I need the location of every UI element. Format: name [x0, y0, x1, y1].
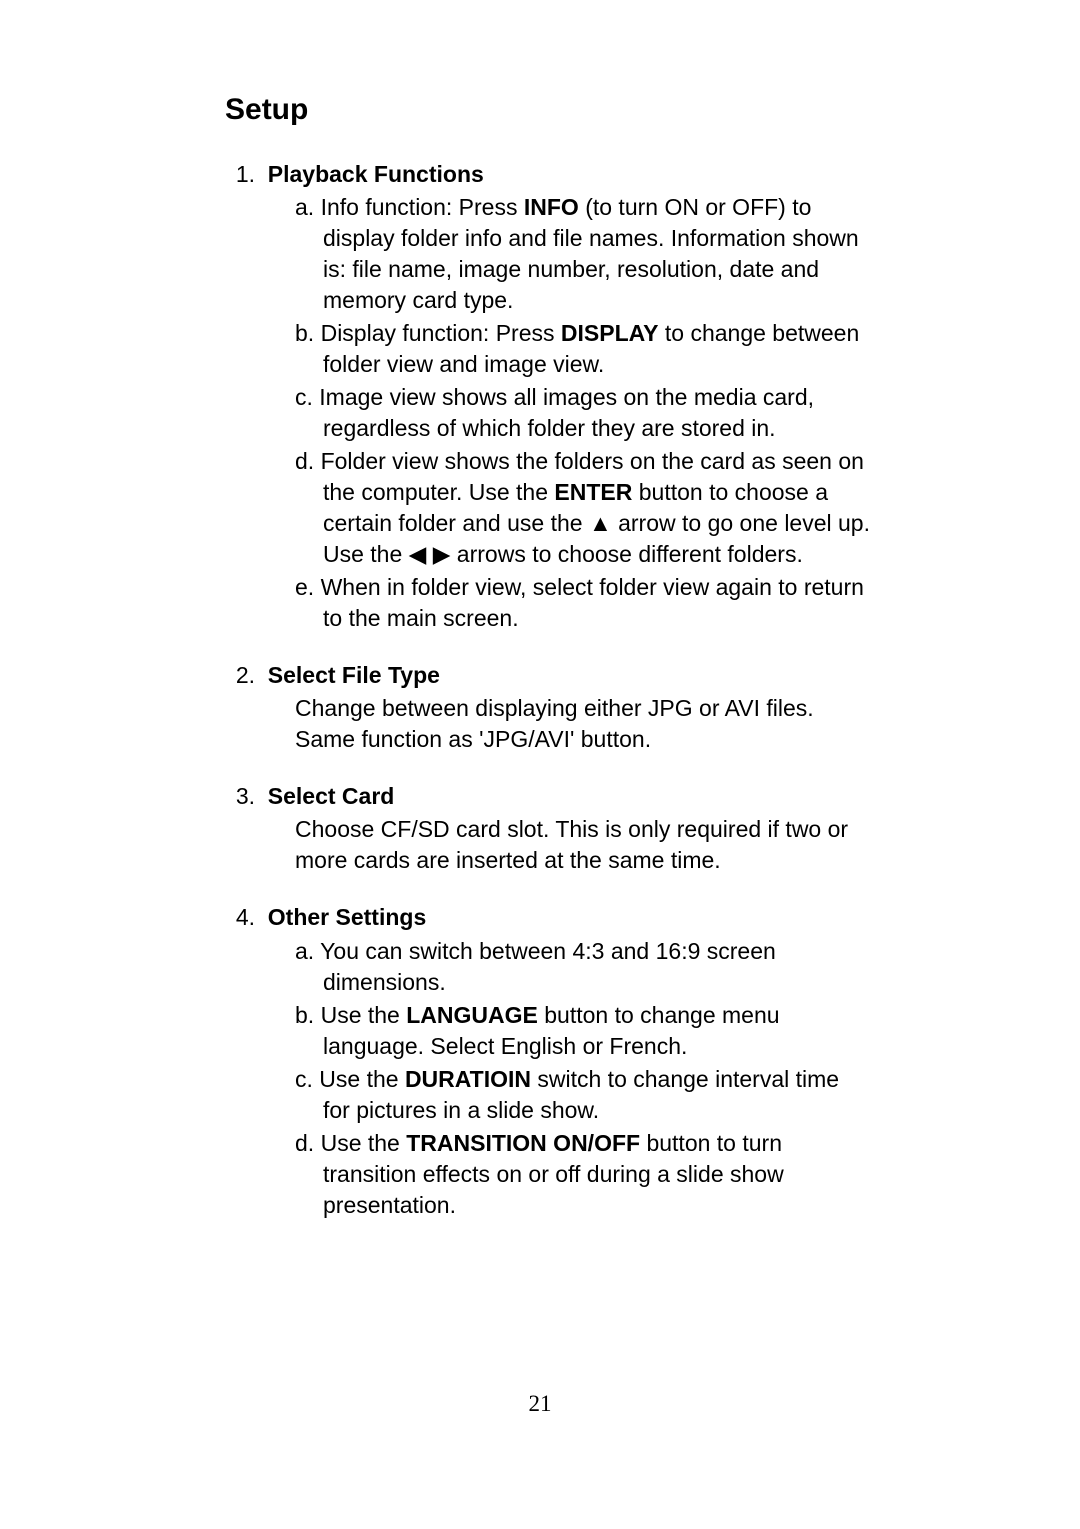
item-number: 3.: [225, 781, 255, 812]
sub-text-pre: Use the: [319, 1066, 405, 1092]
sub-text-pre: Display function: Press: [321, 320, 561, 346]
list-item: 2. Select File Type Change between displ…: [225, 660, 870, 755]
item-number: 2.: [225, 660, 255, 691]
sub-item: a. You can switch between 4:3 and 16:9 s…: [295, 936, 870, 998]
item-body: a. Info function: Press INFO (to turn ON…: [295, 192, 870, 635]
sub-text-pre: Use the: [321, 1002, 407, 1028]
item-heading-line: 4. Other Settings: [225, 902, 870, 933]
sub-label: e.: [295, 574, 314, 600]
item-heading: Other Settings: [268, 904, 426, 930]
list-item: 4. Other Settings a. You can switch betw…: [225, 902, 870, 1220]
sub-label: d.: [295, 448, 314, 474]
sub-item: e. When in folder view, select folder vi…: [295, 572, 870, 634]
item-heading-line: 3. Select Card: [225, 781, 870, 812]
sub-item: b. Use the LANGUAGE button to change men…: [295, 1000, 870, 1062]
item-heading: Select File Type: [268, 662, 440, 688]
sub-text-bold: ENTER: [554, 479, 632, 505]
sub-label: a.: [295, 938, 314, 964]
item-heading: Playback Functions: [268, 161, 484, 187]
item-heading-line: 2. Select File Type: [225, 660, 870, 691]
sub-text-pre: You can switch between 4:3 and 16:9 scre…: [320, 938, 776, 995]
sub-text-pre: When in folder view, select folder view …: [321, 574, 864, 631]
page-title: Setup: [225, 90, 870, 131]
sub-item: a. Info function: Press INFO (to turn ON…: [295, 192, 870, 316]
sub-item: c. Use the DURATIOIN switch to change in…: [295, 1064, 870, 1126]
item-number: 1.: [225, 159, 255, 190]
item-body-text: Choose CF/SD card slot. This is only req…: [295, 814, 870, 876]
sub-text-pre: Use the: [321, 1130, 407, 1156]
sub-text-bold: INFO: [524, 194, 579, 220]
sub-text-bold: DURATIOIN: [405, 1066, 531, 1092]
sub-item: b. Display function: Press DISPLAY to ch…: [295, 318, 870, 380]
sub-label: b.: [295, 1002, 314, 1028]
list-item: 3. Select Card Choose CF/SD card slot. T…: [225, 781, 870, 876]
sub-label: d.: [295, 1130, 314, 1156]
page-number: 21: [0, 1388, 1080, 1419]
sub-text-pre: Info function: Press: [321, 194, 524, 220]
item-heading-line: 1. Playback Functions: [225, 159, 870, 190]
item-number: 4.: [225, 902, 255, 933]
sub-text-pre: Image view shows all images on the media…: [319, 384, 814, 441]
list-item: 1. Playback Functions a. Info function: …: [225, 159, 870, 635]
item-body: Change between displaying either JPG or …: [295, 693, 870, 755]
document-page: Setup 1. Playback Functions a. Info func…: [0, 0, 1080, 1529]
sub-label: a.: [295, 194, 314, 220]
item-body: Choose CF/SD card slot. This is only req…: [295, 814, 870, 876]
item-body: a. You can switch between 4:3 and 16:9 s…: [295, 936, 870, 1221]
sub-text-bold: DISPLAY: [561, 320, 659, 346]
sub-item: c. Image view shows all images on the me…: [295, 382, 870, 444]
sub-text-bold: TRANSITION ON/OFF: [406, 1130, 640, 1156]
sub-item: d. Folder view shows the folders on the …: [295, 446, 870, 570]
item-heading: Select Card: [268, 783, 395, 809]
sub-text-bold: LANGUAGE: [406, 1002, 538, 1028]
sub-label: c.: [295, 1066, 313, 1092]
sub-label: b.: [295, 320, 314, 346]
sub-item: d. Use the TRANSITION ON/OFF button to t…: [295, 1128, 870, 1221]
item-body-text: Change between displaying either JPG or …: [295, 693, 870, 755]
sub-label: c.: [295, 384, 313, 410]
